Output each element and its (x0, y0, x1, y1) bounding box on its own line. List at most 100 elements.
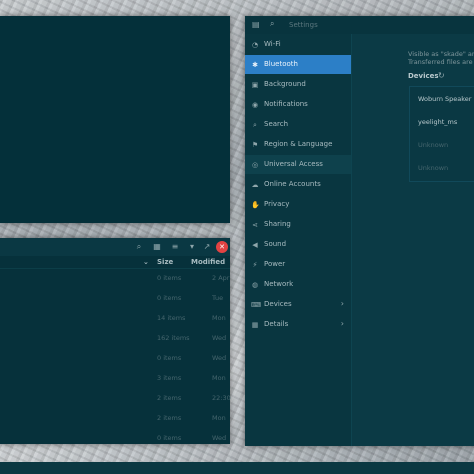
sidebar-item-wi-fi[interactable]: ◔ Wi-Fi (245, 35, 351, 54)
sidebar-item-devices[interactable]: ⌨ Devices › (245, 295, 351, 314)
device-list: Woburn Speaker yeelight_ms Unknown Unknown (409, 86, 474, 182)
file-row[interactable]: 14 items Mon (0, 308, 230, 328)
file-size: 162 items (157, 334, 190, 342)
sidebar-item-label: Region & Language (264, 140, 333, 148)
file-modified: 22:30 (212, 394, 231, 402)
file-row[interactable]: 0 items Wed (0, 428, 230, 448)
devices-heading: Devices (408, 72, 439, 80)
file-row[interactable]: 162 items Wed (0, 328, 230, 348)
sidebar-item-label: Notifications (264, 100, 308, 108)
file-row[interactable]: 3 items Mon (0, 368, 230, 388)
file-row[interactable]: 0 items 2 Apr (0, 268, 230, 288)
sidebar-item-notifications[interactable]: ◉ Notifications (245, 95, 351, 114)
modified-column-header[interactable]: Modified (191, 258, 225, 266)
bluetooth-icon: ✱ (252, 61, 258, 69)
wifi-icon: ◔ (251, 41, 259, 49)
file-size: 0 items (157, 354, 182, 362)
file-size: 0 items (157, 434, 182, 442)
chevron-right-icon: › (340, 299, 344, 308)
search-icon[interactable]: ⌕ (270, 19, 274, 29)
sidebar-item-label: Online Accounts (264, 180, 321, 188)
file-manager-window: ⌕ ▦ ≡ ▾ ↗ ✕ ⌄ Size Modified 0 items 2 Apr… (0, 238, 231, 444)
sidebar-item-label: Privacy (264, 200, 290, 208)
share-icon: ⋖ (252, 221, 258, 229)
hand-icon: ✋ (251, 201, 260, 209)
file-manager-headerbar: ⌕ ▦ ≡ ▾ ↗ ✕ (0, 238, 230, 256)
size-column-header[interactable]: Size (157, 258, 173, 266)
empty-window (0, 16, 230, 223)
settings-app-icon: ▤ (252, 20, 260, 29)
visible-as-text: Visible as "skade" and (408, 50, 474, 58)
window-title: Settings (289, 21, 318, 29)
sort-arrow-icon[interactable]: ⌄ (143, 258, 149, 266)
background-icon: ▣ (251, 81, 259, 89)
power-icon: ⚡ (252, 261, 258, 269)
file-size: 14 items (157, 314, 186, 322)
sidebar-item-bluetooth[interactable]: ✱ Bluetooth (245, 55, 351, 74)
file-size: 2 items (157, 414, 182, 422)
file-row[interactable]: 0 items Wed (0, 348, 230, 368)
maximize-icon[interactable]: ↗ (201, 241, 213, 253)
settings-window: ▤ ⌕ Settings ◔ Wi-Fi ✱ Bluetooth ▣ Background… (245, 16, 474, 446)
file-row[interactable]: 2 items 22:30 (0, 388, 231, 408)
sidebar-item-privacy[interactable]: ✋ Privacy (245, 195, 351, 214)
sidebar-item-universal-access[interactable]: ◎ Universal Access (245, 155, 351, 174)
notifications-icon: ◉ (251, 101, 259, 109)
sidebar-item-power[interactable]: ⚡ Power (245, 255, 351, 274)
file-row[interactable]: 0 items Tue (0, 288, 230, 308)
sidebar-item-label: Details (264, 320, 289, 328)
devices-icon: ⌨ (251, 301, 262, 309)
device-item[interactable]: yeelight_ms (418, 118, 457, 126)
settings-sidebar: ◔ Wi-Fi ✱ Bluetooth ▣ Background ◉ Notification… (245, 34, 352, 446)
transferred-files-text: Transferred files are p (408, 58, 474, 66)
file-modified: Mon (212, 414, 226, 422)
minimize-icon[interactable]: ▾ (186, 241, 198, 253)
search-icon: ⌕ (253, 121, 257, 129)
file-modified: Wed (212, 334, 227, 342)
sidebar-item-label: Background (264, 80, 306, 88)
file-row[interactable]: 2 items Mon (0, 408, 230, 428)
view-grid-icon[interactable]: ▦ (151, 241, 163, 253)
sidebar-item-label: Sharing (264, 220, 291, 228)
sidebar-item-background[interactable]: ▣ Background (245, 75, 351, 94)
sidebar-item-label: Wi-Fi (264, 40, 281, 48)
sidebar-item-label: Devices (264, 300, 292, 308)
file-modified: 2 Apr (212, 274, 230, 282)
spinner-icon: ↻ (438, 71, 445, 80)
sidebar-item-search[interactable]: ⌕ Search (245, 115, 351, 134)
file-modified: Mon (212, 374, 226, 382)
sidebar-item-label: Universal Access (264, 160, 323, 168)
search-icon[interactable]: ⌕ (133, 241, 145, 253)
device-item[interactable]: Unknown (418, 164, 448, 172)
sidebar-item-network[interactable]: ◍ Network (245, 275, 351, 294)
sidebar-item-label: Sound (264, 240, 287, 248)
device-item[interactable]: Unknown (418, 141, 448, 149)
menu-icon[interactable]: ≡ (169, 241, 181, 253)
sidebar-item-label: Network (264, 280, 294, 288)
file-size: 2 items (157, 394, 182, 402)
sidebar-item-sound[interactable]: ◀ Sound (245, 235, 351, 254)
sidebar-item-online-accounts[interactable]: ☁ Online Accounts (245, 175, 351, 194)
accessibility-icon: ◎ (251, 161, 259, 169)
bottom-panel (0, 462, 474, 474)
file-size: 0 items (157, 274, 182, 282)
sidebar-item-details[interactable]: ▦ Details › (245, 315, 351, 334)
settings-headerbar: ▤ ⌕ Settings (245, 16, 474, 34)
network-icon: ◍ (251, 281, 259, 289)
sidebar-item-region-language[interactable]: ⚑ Region & Language (245, 135, 351, 154)
device-item[interactable]: Woburn Speaker (418, 95, 471, 103)
file-modified: Tue (212, 294, 224, 302)
file-modified: Wed (212, 434, 227, 442)
file-size: 0 items (157, 294, 182, 302)
file-modified: Mon (212, 314, 226, 322)
sidebar-item-label: Bluetooth (264, 60, 298, 68)
flag-icon: ⚑ (251, 141, 259, 149)
chevron-right-icon: › (340, 319, 344, 328)
details-icon: ▦ (251, 321, 259, 329)
close-icon[interactable]: ✕ (216, 241, 228, 253)
sidebar-item-label: Power (264, 260, 286, 268)
sidebar-item-label: Search (264, 120, 289, 128)
sidebar-item-sharing[interactable]: ⋖ Sharing (245, 215, 351, 234)
file-modified: Wed (212, 354, 227, 362)
cloud-icon: ☁ (251, 181, 259, 189)
